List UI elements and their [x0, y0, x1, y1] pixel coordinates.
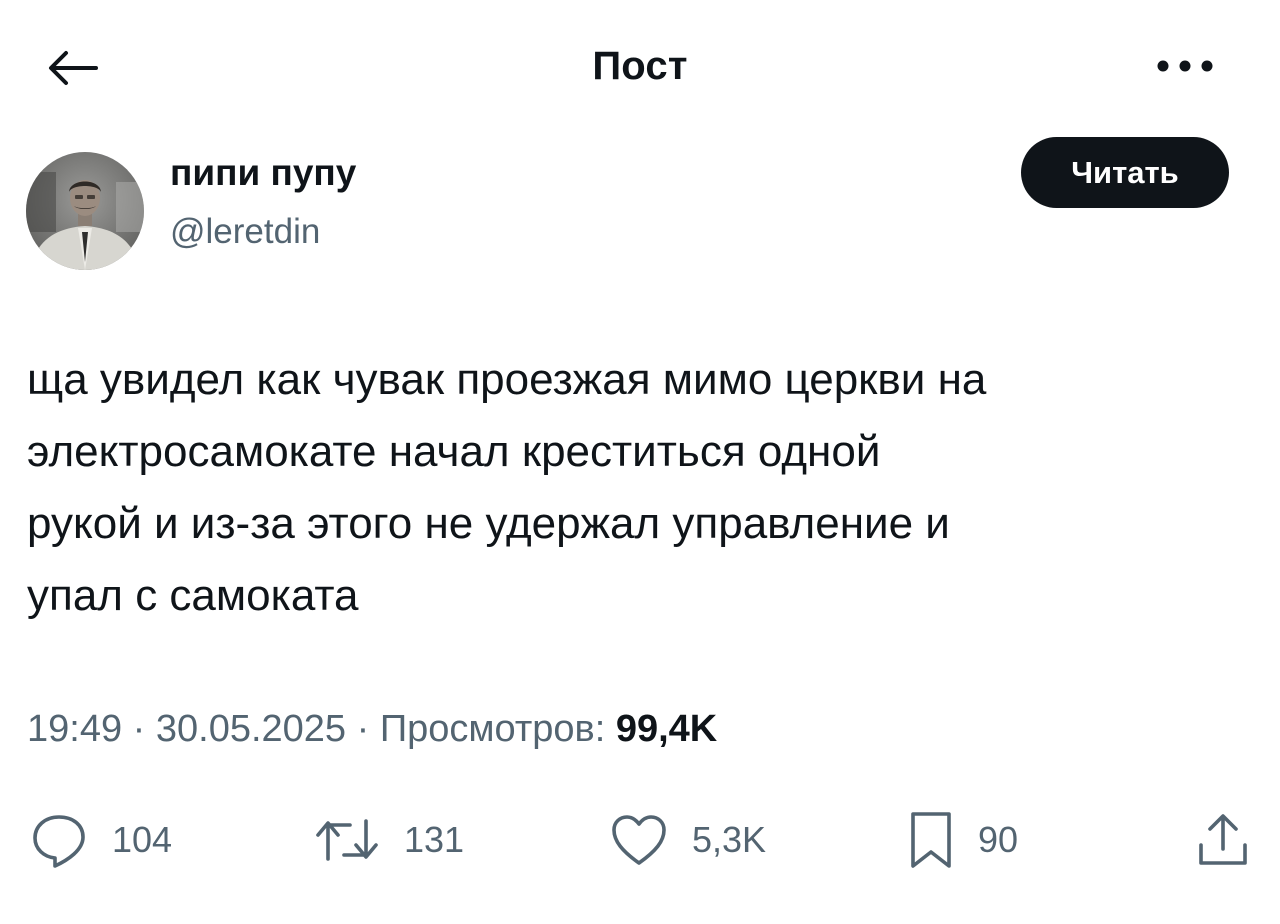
more-button[interactable]	[1150, 46, 1220, 86]
bookmark-button[interactable]: 90	[908, 810, 1018, 870]
post-text: ща увидел как чувак проезжая мимо церкви…	[27, 344, 1257, 632]
post-line: электросамокате начал креститься одной	[27, 427, 881, 476]
bookmark-icon	[908, 810, 954, 870]
post-date[interactable]: 30.05.2025	[156, 708, 346, 750]
reply-count: 104	[112, 819, 173, 860]
post-line: упал с самоката	[27, 571, 359, 620]
post-line: ща увидел как чувак проезжая мимо церкви…	[27, 355, 987, 404]
author-handle[interactable]: @leretdin	[170, 212, 320, 252]
more-horizontal-icon	[1155, 59, 1215, 73]
meta-separator: ·	[122, 708, 156, 750]
post-meta: 19:49 · 30.05.2025 · Просмотров: 99,4K	[27, 708, 717, 751]
repost-button[interactable]: 131	[314, 810, 464, 870]
top-bar: Пост	[0, 0, 1280, 140]
meta-separator: ·	[346, 708, 380, 750]
follow-button[interactable]: Читать	[1021, 137, 1229, 208]
heart-icon	[610, 813, 668, 867]
reply-icon	[30, 811, 88, 869]
views-count: 99,4K	[615, 708, 718, 750]
repost-count: 131	[404, 819, 465, 860]
share-button[interactable]	[1196, 810, 1250, 870]
post-line: рукой и из-за этого не удержал управлени…	[27, 499, 950, 548]
page-title: Пост	[592, 44, 688, 88]
avatar[interactable]	[26, 152, 144, 270]
like-count: 5,3K	[692, 819, 767, 860]
author-name[interactable]: пипи пупу	[170, 152, 356, 194]
views-label: Просмотров:	[379, 708, 606, 750]
repost-icon	[314, 815, 380, 865]
reply-button[interactable]: 104	[30, 810, 172, 870]
share-icon	[1196, 811, 1250, 869]
bookmark-count: 90	[978, 819, 1019, 860]
action-bar: 104 131 5,3K 90	[0, 800, 1280, 880]
post-time[interactable]: 19:49	[27, 708, 122, 750]
like-button[interactable]: 5,3K	[610, 810, 766, 870]
